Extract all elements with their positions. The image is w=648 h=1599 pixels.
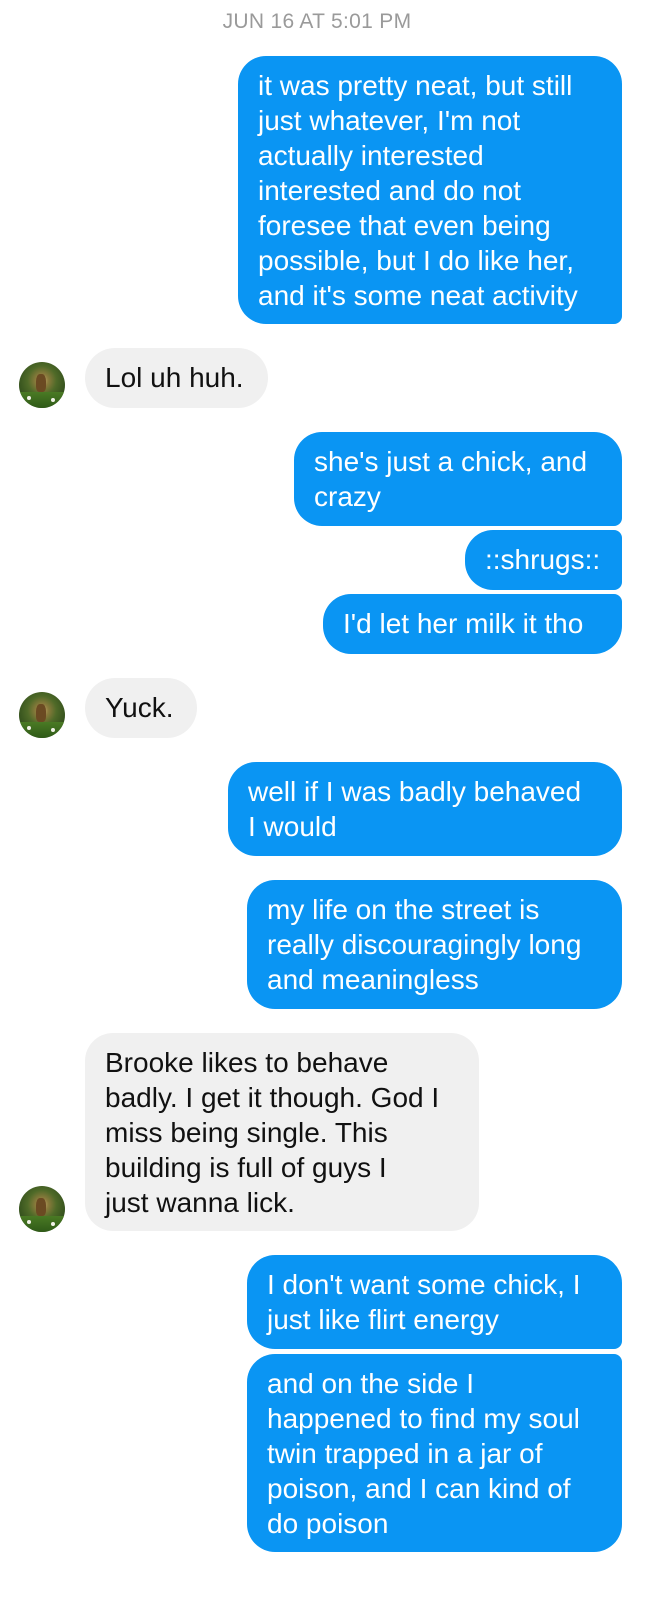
contact-avatar[interactable] (19, 1186, 65, 1232)
outgoing-message-bubble[interactable]: well if I was badly behaved I would (228, 762, 622, 856)
outgoing-message-bubble[interactable]: it was pretty neat, but still just whate… (238, 56, 622, 324)
contact-avatar[interactable] (19, 362, 65, 408)
avatar-flower (51, 398, 55, 402)
incoming-message-bubble[interactable]: Lol uh huh. (85, 348, 268, 408)
avatar-grass (19, 1216, 65, 1232)
avatar-grass (19, 392, 65, 408)
avatar-flower (27, 1220, 31, 1224)
incoming-message-bubble[interactable]: Brooke likes to behave badly. I get it t… (85, 1033, 479, 1231)
avatar-flower (27, 726, 31, 730)
avatar-grass (19, 722, 65, 738)
outgoing-message-bubble[interactable]: my life on the street is really discoura… (247, 880, 622, 1009)
avatar-deer (36, 704, 46, 722)
contact-avatar[interactable] (19, 692, 65, 738)
outgoing-message-bubble[interactable]: she's just a chick, and crazy (294, 432, 622, 526)
avatar-flower (27, 396, 31, 400)
outgoing-message-bubble[interactable]: I'd let her milk it tho (323, 594, 622, 654)
avatar-flower (51, 1222, 55, 1226)
outgoing-message-bubble[interactable]: and on the side I happened to find my so… (247, 1354, 622, 1552)
incoming-message-bubble[interactable]: Yuck. (85, 678, 197, 738)
avatar-flower (51, 728, 55, 732)
outgoing-message-bubble[interactable]: ::shrugs:: (465, 530, 622, 590)
message-timestamp: JUN 16 AT 5:01 PM (222, 10, 412, 33)
avatar-deer (36, 374, 46, 392)
outgoing-message-bubble[interactable]: I don't want some chick, I just like fli… (247, 1255, 622, 1349)
avatar-deer (36, 1198, 46, 1216)
